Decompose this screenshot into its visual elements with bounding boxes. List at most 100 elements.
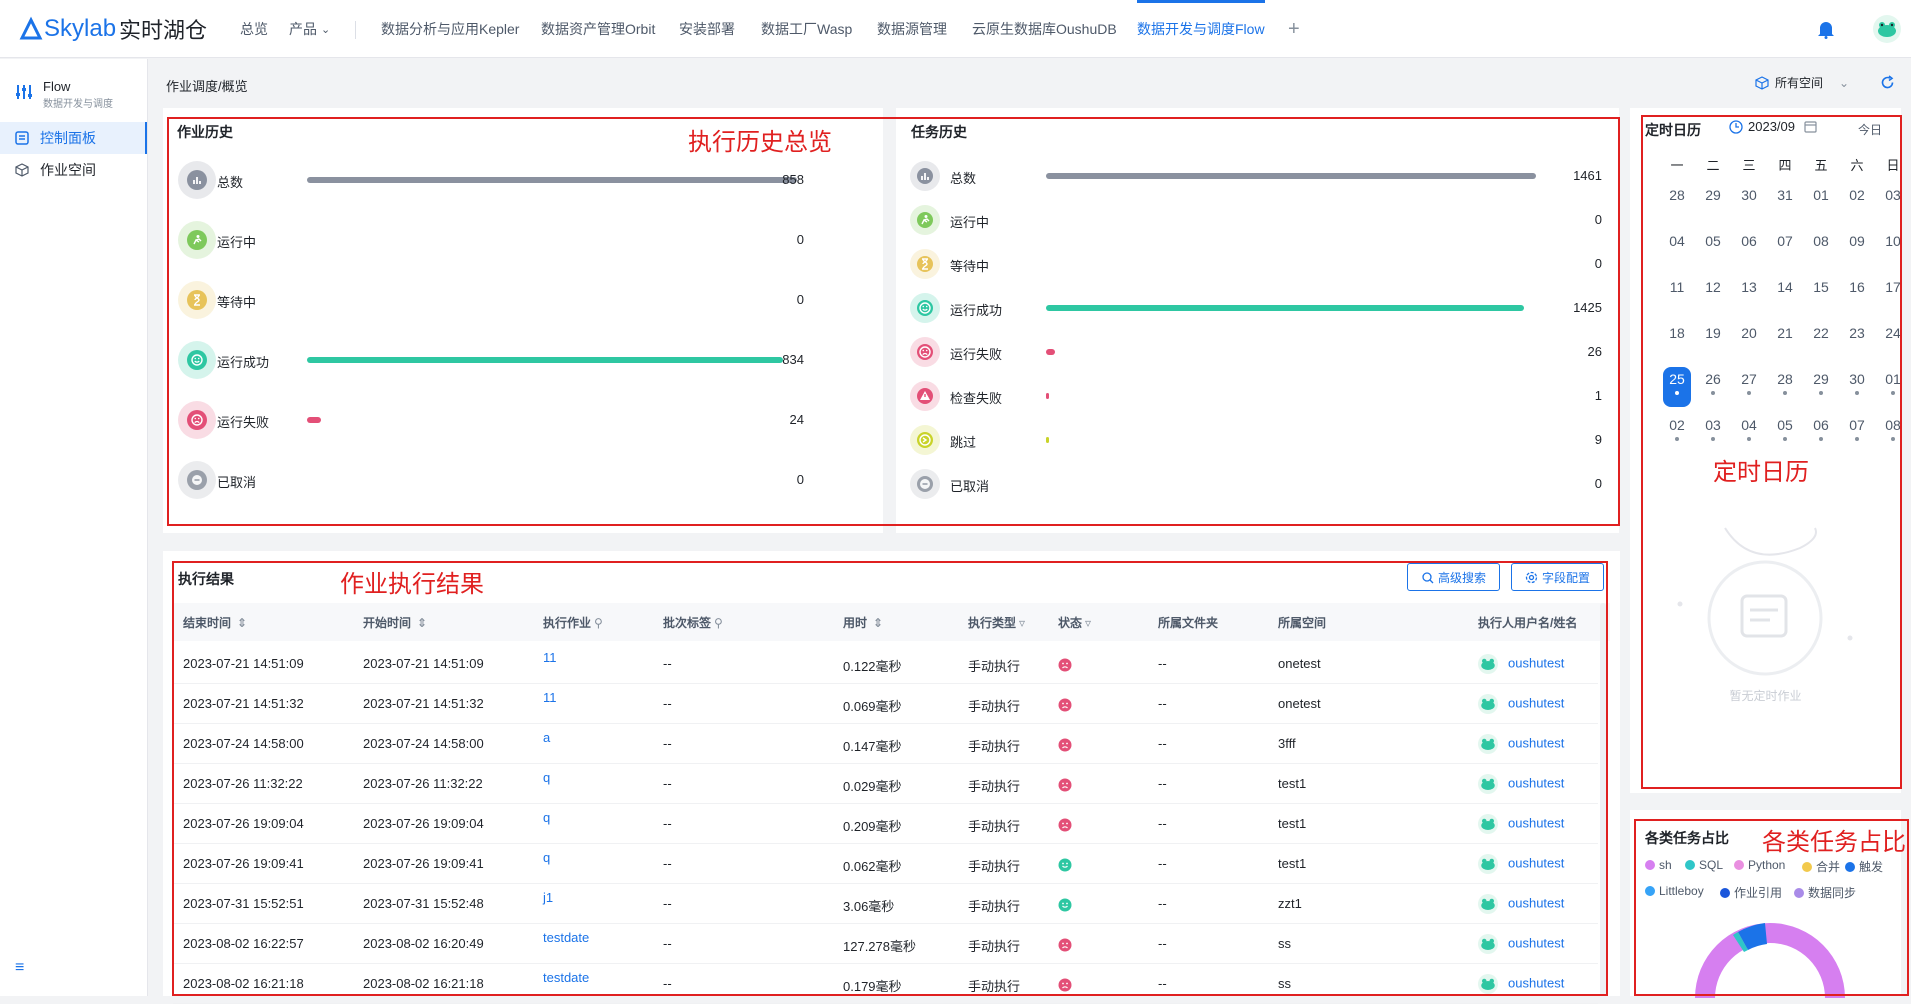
executor-user[interactable]: oushutest (1478, 814, 1564, 834)
nav-wasp[interactable]: 数据工厂Wasp (761, 0, 852, 58)
executor-user[interactable]: oushutest (1478, 694, 1564, 714)
column-header[interactable]: 执行人用户名/姓名 (1478, 614, 1577, 631)
cell-job[interactable]: testdate (543, 970, 589, 985)
column-header[interactable]: 状态 ▿ (1058, 614, 1091, 631)
calendar-day[interactable]: 16 (1843, 275, 1871, 315)
table-scrollbar[interactable] (1600, 603, 1606, 996)
nav-install[interactable]: 安装部署 (679, 0, 735, 58)
cell-job[interactable]: a (543, 730, 550, 745)
calendar-day[interactable]: 08 (1879, 413, 1907, 453)
column-header[interactable]: 所属空间 (1278, 614, 1326, 631)
column-header[interactable]: 结束时间 ⇕ (183, 614, 247, 631)
nav-products[interactable]: 产品 ⌄ (289, 0, 330, 58)
search-icon[interactable]: ⚲ (714, 616, 723, 630)
calendar-day[interactable]: 29 (1807, 367, 1835, 407)
calendar-day[interactable]: 07 (1843, 413, 1871, 453)
executor-user[interactable]: oushutest (1478, 934, 1564, 954)
calendar-day[interactable]: 29 (1699, 183, 1727, 223)
month-picker[interactable]: 2023/09 (1729, 119, 1817, 134)
legend-item[interactable]: 合并 (1802, 858, 1840, 875)
calendar-day[interactable]: 08 (1807, 229, 1835, 269)
calendar-day[interactable]: 01 (1879, 367, 1907, 407)
executor-user[interactable]: oushutest (1478, 854, 1564, 874)
space-select[interactable]: 所有空间 ⌄ (1755, 74, 1849, 91)
column-header[interactable]: 用时 ⇕ (843, 614, 883, 631)
search-icon[interactable]: ⚲ (594, 616, 603, 630)
legend-item[interactable]: 触发 (1845, 858, 1883, 875)
collapse-menu-icon[interactable]: ≡ (15, 959, 24, 977)
nav-flow[interactable]: 数据开发与调度Flow (1137, 0, 1265, 58)
bell-icon[interactable] (1817, 19, 1835, 39)
executor-user[interactable]: oushutest (1478, 774, 1564, 794)
calendar-day[interactable]: 07 (1771, 229, 1799, 269)
nav-kepler[interactable]: 数据分析与应用Kepler (381, 0, 519, 58)
calendar-day[interactable]: 12 (1699, 275, 1727, 315)
sidebar-item-dashboard[interactable]: 控制面板 (0, 122, 147, 154)
legend-item[interactable]: Littleboy (1645, 884, 1704, 898)
sidebar-item-workspace[interactable]: 作业空间 (0, 154, 147, 186)
cell-job[interactable]: 11 (543, 690, 557, 705)
calendar-day[interactable]: 05 (1699, 229, 1727, 269)
cell-job[interactable]: q (543, 770, 550, 785)
column-header[interactable]: 执行作业 ⚲ (543, 614, 603, 631)
calendar-day[interactable]: 04 (1663, 229, 1691, 269)
cell-job[interactable]: j1 (543, 890, 553, 905)
filter-icon[interactable]: ▿ (1019, 616, 1025, 630)
calendar-day[interactable]: 03 (1699, 413, 1727, 453)
calendar-day[interactable]: 20 (1735, 321, 1763, 361)
calendar-day[interactable]: 22 (1807, 321, 1835, 361)
calendar-day[interactable]: 02 (1843, 183, 1871, 223)
refresh-icon[interactable] (1880, 75, 1895, 90)
column-header[interactable]: 所属文件夹 (1158, 614, 1218, 631)
calendar-day[interactable]: 06 (1735, 229, 1763, 269)
calendar-day[interactable]: 30 (1843, 367, 1871, 407)
executor-user[interactable]: oushutest (1478, 894, 1564, 914)
nav-orbit[interactable]: 数据资产管理Orbit (541, 0, 655, 58)
legend-item[interactable]: 数据同步 (1794, 884, 1856, 901)
calendar-day[interactable]: 26 (1699, 367, 1727, 407)
calendar-day[interactable]: 01 (1807, 183, 1835, 223)
sort-icon[interactable]: ⇕ (873, 616, 883, 630)
sort-icon[interactable]: ⇕ (417, 616, 427, 630)
filter-icon[interactable]: ▿ (1085, 616, 1091, 630)
column-header[interactable]: 执行类型 ▿ (968, 614, 1025, 631)
calendar-day[interactable]: 09 (1843, 229, 1871, 269)
today-button[interactable]: 今日 (1858, 121, 1882, 138)
calendar-day[interactable]: 28 (1663, 183, 1691, 223)
calendar-day[interactable]: 13 (1735, 275, 1763, 315)
calendar-day[interactable]: 10 (1879, 229, 1907, 269)
nav-oushudb[interactable]: 云原生数据库OushuDB (972, 0, 1117, 58)
calendar-day[interactable]: 25 (1663, 367, 1691, 407)
calendar-day[interactable]: 31 (1771, 183, 1799, 223)
cell-job[interactable]: 11 (543, 650, 557, 665)
calendar-day[interactable]: 05 (1771, 413, 1799, 453)
user-avatar[interactable] (1873, 15, 1901, 43)
calendar-day[interactable]: 11 (1663, 275, 1691, 315)
legend-item[interactable]: Python (1734, 858, 1785, 872)
executor-user[interactable]: oushutest (1478, 734, 1564, 754)
field-config-button[interactable]: 字段配置 (1511, 563, 1604, 591)
plus-icon[interactable]: + (1288, 0, 1300, 58)
sort-icon[interactable]: ⇕ (237, 616, 247, 630)
column-header[interactable]: 开始时间 ⇕ (363, 614, 427, 631)
calendar-day[interactable]: 23 (1843, 321, 1871, 361)
calendar-day[interactable]: 03 (1879, 183, 1907, 223)
calendar-day[interactable]: 06 (1807, 413, 1835, 453)
column-header[interactable]: 批次标签 ⚲ (663, 614, 723, 631)
cell-job[interactable]: testdate (543, 930, 589, 945)
legend-item[interactable]: 作业引用 (1720, 884, 1782, 901)
calendar-day[interactable]: 18 (1663, 321, 1691, 361)
calendar-day[interactable]: 17 (1879, 275, 1907, 315)
calendar-day[interactable]: 27 (1735, 367, 1763, 407)
calendar-day[interactable]: 28 (1771, 367, 1799, 407)
nav-overview[interactable]: 总览 (240, 0, 268, 58)
nav-datasource[interactable]: 数据源管理 (877, 0, 947, 58)
legend-item[interactable]: SQL (1685, 858, 1723, 872)
executor-user[interactable]: oushutest (1478, 974, 1564, 994)
calendar-day[interactable]: 15 (1807, 275, 1835, 315)
calendar-day[interactable]: 14 (1771, 275, 1799, 315)
legend-item[interactable]: sh (1645, 858, 1672, 872)
calendar-day[interactable]: 04 (1735, 413, 1763, 453)
skylab-logo[interactable]: Skylab 实时湖仓 (18, 14, 207, 44)
calendar-day[interactable]: 24 (1879, 321, 1907, 361)
